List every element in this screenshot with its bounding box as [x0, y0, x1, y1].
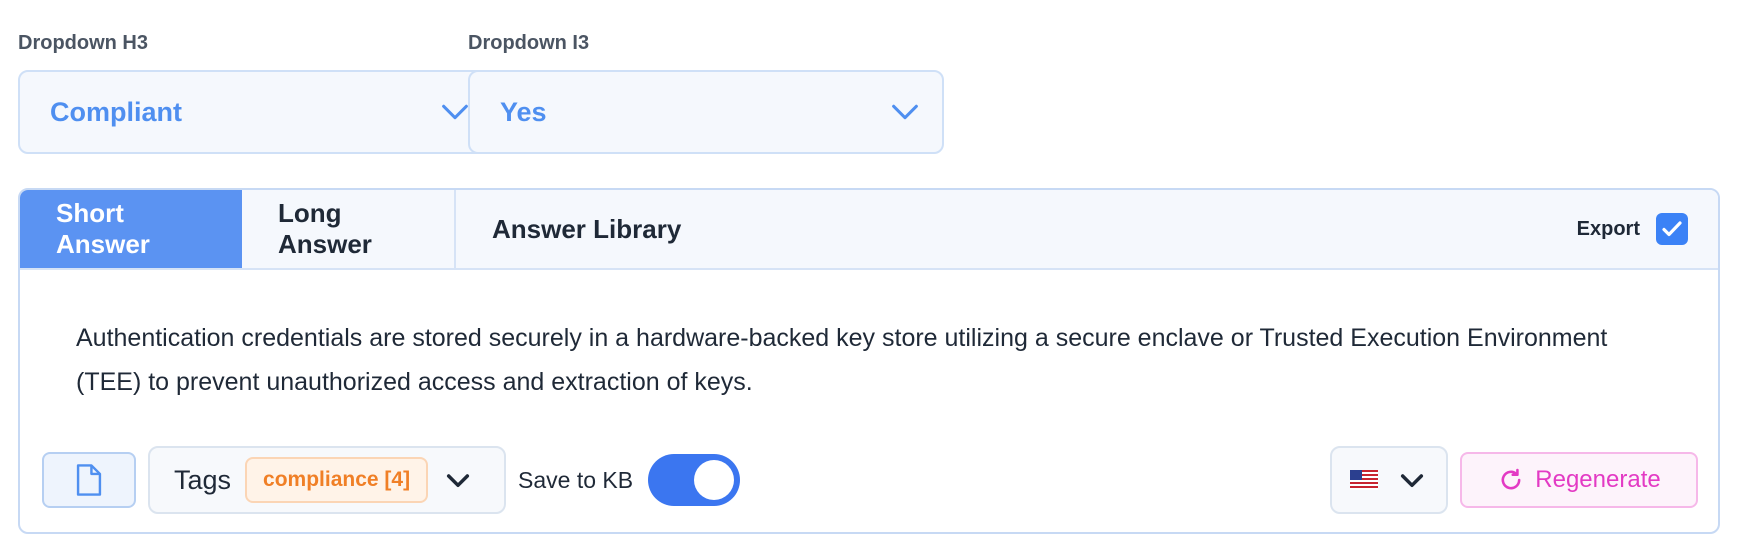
answer-text[interactable]: Authentication credentials are stored se… [76, 316, 1676, 404]
dropdown-h3-label: Dropdown H3 [18, 32, 148, 54]
chevron-down-icon [442, 104, 468, 120]
save-to-kb-toggle[interactable] [648, 454, 740, 506]
tag-chip-compliance[interactable]: compliance [4] [245, 457, 429, 503]
tab-bar-spacer [717, 190, 1576, 268]
tab-long-answer[interactable]: Long Answer [242, 190, 456, 268]
export-control: Export [1577, 190, 1718, 268]
save-to-kb-label: Save to KB [518, 467, 634, 493]
dropdown-h3-group: Dropdown H3 Compliant [18, 28, 494, 154]
chevron-down-icon [1400, 474, 1424, 488]
export-checkbox[interactable] [1656, 213, 1688, 245]
answer-editor-page: Dropdown H3 Compliant Dropdown I3 Yes Sh… [0, 0, 1742, 558]
toggle-knob [694, 460, 734, 500]
dropdown-i3-value: Yes [500, 96, 547, 127]
tab-answer-library[interactable]: Answer Library [456, 190, 717, 268]
regenerate-button[interactable]: Regenerate [1460, 452, 1698, 508]
dropdown-h3-select[interactable]: Compliant [18, 70, 494, 154]
chevron-down-icon[interactable] [442, 464, 474, 496]
export-label: Export [1576, 217, 1640, 240]
tab-short-answer[interactable]: Short Answer [20, 190, 242, 268]
tags-selector[interactable]: Tags compliance [4] [148, 446, 506, 514]
dropdown-i3-select[interactable]: Yes [468, 70, 944, 154]
refresh-icon [1501, 468, 1521, 490]
regenerate-label: Regenerate [1535, 466, 1661, 493]
dropdown-i3-label: Dropdown I3 [468, 32, 590, 54]
checkmark-icon [1662, 221, 1682, 237]
answer-tab-bar: Short Answer Long Answer Answer Library … [20, 190, 1718, 270]
answer-panel: Short Answer Long Answer Answer Library … [18, 188, 1720, 534]
language-selector[interactable] [1330, 446, 1448, 514]
dropdown-h3-value: Compliant [50, 96, 182, 127]
us-flag-icon [1350, 470, 1378, 490]
document-button[interactable] [42, 452, 136, 508]
dropdown-i3-group: Dropdown I3 Yes [468, 28, 944, 154]
document-icon [76, 464, 102, 496]
chevron-down-icon [892, 104, 918, 120]
tags-label: Tags [174, 464, 232, 495]
